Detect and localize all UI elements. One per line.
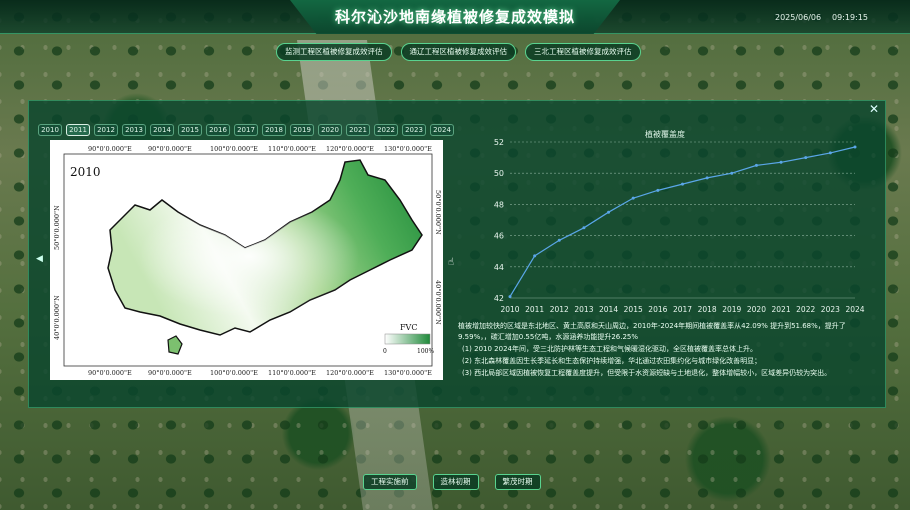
chart-point [804,156,808,160]
year-tab-2024[interactable]: 2024 [430,124,454,136]
chart-point [681,182,684,186]
fvc-map-svg: 2010 90°0'0.000"E 90°0'0.000"E 100°0'0.000… [50,140,443,380]
year-tab-2016[interactable]: 2016 [206,124,230,136]
sanbei-zone-button[interactable]: 三北工程区植被修复成效评估 [525,43,641,61]
description-block: 植被增加较快的区域是东北地区、黄土高原和天山周边，2010年-2024年期间植被… [458,321,878,380]
map-bottom-tick: 90°0'0.000"E [148,369,192,377]
year-tab-2015[interactable]: 2015 [178,124,202,136]
year-tab-2013[interactable]: 2013 [122,124,146,136]
description-summary: 植被增加较快的区域是东北地区、黄土高原和天山周边，2010年-2024年期间植被… [458,322,846,341]
chart-point [779,160,783,164]
chart-x-tick: 2015 [624,305,643,314]
close-icon[interactable]: ✕ [868,103,880,115]
chart-x-tick: 2012 [550,305,569,314]
map-top-tick: 90°0'0.000"E [88,145,132,153]
legend-min: 0 [383,348,387,355]
date-display: 2025/06/06 [775,13,822,22]
chart-point [754,163,758,167]
chart-point [557,238,561,242]
lush-period-button[interactable]: 繁茂时期 [494,474,541,490]
legend-bar [384,333,431,345]
map-bottom-tick: 130°0'0.000"E [384,369,432,377]
year-tab-2012[interactable]: 2012 [94,124,118,136]
map-top-tick: 90°0'0.000"E [148,145,192,153]
chart-point [705,176,709,180]
year-tab-2019[interactable]: 2019 [290,124,314,136]
before-implementation-button[interactable]: 工程实施前 [363,474,417,490]
map-left-tick: 50°0'0.000"N [53,205,61,250]
chart-x-tick: 2014 [599,305,618,314]
map-bottom-tick: 90°0'0.000"E [88,369,132,377]
chart-x-tick: 2019 [722,305,741,314]
map-top-tick: 120°0'0.000"E [326,145,374,153]
chart-point [631,196,635,200]
chart-x-tick: 2020 [747,305,766,314]
map-top-tick: 100°0'0.000"E [210,145,258,153]
chart-x-tick: 2016 [648,305,667,314]
fvc-line-chart: 42 44 46 48 50 52 2010 2011 2012 2013 2014 2015 2016… [494,138,865,314]
chevron-left-icon[interactable]: ◀ [36,254,43,264]
fvc-map: 2010 90°0'0.000"E 90°0'0.000"E 100°0'0.000… [50,140,443,380]
map-right-tick: 40°0'0.000"N [434,280,442,325]
page-title: 科尔沁沙地南缘植被修复成效模拟 [334,8,575,26]
year-tab-2010[interactable]: 2010 [38,124,62,136]
map-bottom-tick: 120°0'0.000"E [326,369,374,377]
year-tab-2020[interactable]: 2020 [318,124,342,136]
legend-title: FVC [400,323,417,332]
bottom-button-group: 工程实施前 造林初期 繁茂时期 [363,474,541,490]
description-item-1: (1) 2010 2024年间，受三北防护林等生态工程和气候暖湿化驱动，全区植被… [462,345,757,353]
map-left-tick: 40°0'0.000"N [53,295,61,340]
chart-y-tick: 50 [494,169,504,178]
year-tab-2021[interactable]: 2021 [346,124,370,136]
chart-point [853,145,857,149]
chart-point [582,226,586,230]
chart-point [656,188,660,192]
chart-x-tick: 2010 [500,305,519,314]
description-item-2: (2) 东北森林覆盖因生长季延长和生态保护持续增强，华北通过农田集约化与城市绿化… [462,357,762,365]
time-display: 09:19:15 [832,13,868,22]
year-tabs: 2010 2011 2012 2013 2014 2015 2016 2017 2018 2019… [38,124,454,136]
description-item-3: (3) 西北局部区域因植被恢复工程覆盖度提升，但受限于水资源短缺与土地退化，整体… [462,369,832,377]
chart-series-line [509,146,856,297]
hand-cursor-icon: ☝ [448,257,455,268]
chart-x-tick: 2023 [821,305,840,314]
chart-y-tick: 44 [494,263,504,272]
chart-x-tick: 2017 [673,305,692,314]
legend-max: 100% [417,348,434,355]
map-top-tick: 110°0'0.000"E [268,145,316,153]
monitor-zone-button[interactable]: 监测工程区植被修复成效评估 [276,43,392,61]
chart-point [533,254,537,258]
chart-point [607,210,611,214]
chart-point [508,295,512,299]
chart-y-tick: 52 [494,138,504,147]
chart-x-tick: 2018 [698,305,717,314]
map-right-tick: 50°0'0.000"N [434,190,442,235]
map-year-label: 2010 [70,165,101,179]
year-tab-2018[interactable]: 2018 [262,124,286,136]
map-top-tick: 130°0'0.000"E [384,145,432,153]
year-tab-2017[interactable]: 2017 [234,124,258,136]
map-bottom-tick: 100°0'0.000"E [210,369,258,377]
top-button-group: 监测工程区植被修复成效评估 通辽工程区植被修复成效评估 三北工程区植被修复成效评… [276,43,641,61]
year-tab-2014[interactable]: 2014 [150,124,174,136]
map-bottom-tick: 110°0'0.000"E [268,369,316,377]
chart-x-tick: 2024 [845,305,864,314]
year-tab-2023[interactable]: 2023 [402,124,426,136]
chart-y-tick: 48 [494,200,504,209]
chart-point [828,151,832,155]
year-tab-2022[interactable]: 2022 [374,124,398,136]
chart-y-tick: 42 [494,294,504,303]
chart-x-tick: 2013 [574,305,593,314]
chart-x-tick: 2022 [796,305,815,314]
chart-y-tick: 46 [494,232,504,241]
chart-point [730,171,734,175]
early-afforestation-button[interactable]: 造林初期 [432,474,479,490]
chart-x-tick: 2011 [525,305,544,314]
tongliao-zone-button[interactable]: 通辽工程区植被修复成效评估 [400,43,516,61]
year-tab-2011[interactable]: 2011 [66,124,90,136]
chart-x-tick: 2021 [772,305,791,314]
